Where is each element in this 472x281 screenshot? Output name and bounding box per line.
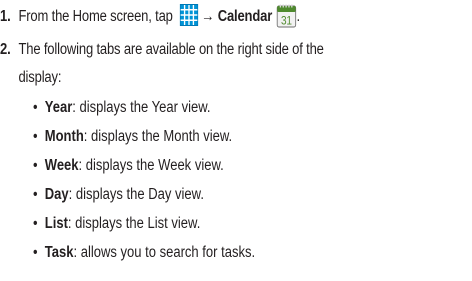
- bullet: •: [33, 99, 38, 116]
- step-text: From the Home screen, tap: [18, 8, 177, 25]
- tab-name: Task: [44, 244, 74, 261]
- step-text: The following tabs are available on the …: [18, 41, 324, 58]
- list-item-list: • List: displays the List view.: [33, 214, 200, 234]
- apps-grid-icon: [179, 4, 199, 26]
- step-number: 1.: [0, 8, 11, 25]
- tab-description: : displays the Year view.: [72, 99, 211, 116]
- bullet: •: [33, 157, 38, 174]
- tab-description: : displays the Day view.: [68, 186, 204, 203]
- step-number: 2.: [0, 41, 11, 58]
- step-text: display:: [18, 69, 62, 86]
- list-item-week: • Week: displays the Week view.: [33, 156, 224, 176]
- bullet: •: [33, 215, 38, 232]
- tab-description: : displays the Month view.: [83, 128, 233, 145]
- step-1: 1. From the Home screen, tap → Calendar: [0, 3, 300, 31]
- step-2-continuation: display:: [0, 64, 61, 92]
- bullet: •: [33, 244, 38, 261]
- bullet: •: [33, 186, 38, 203]
- tab-name: Day: [44, 186, 69, 203]
- list-item-year: • Year: displays the Year view.: [33, 98, 211, 118]
- list-item-day: • Day: displays the Day view.: [33, 185, 204, 205]
- instructions: 1. From the Home screen, tap → Calendar: [0, 0, 472, 281]
- tab-name: List: [44, 215, 68, 232]
- step-2: 2. The following tabs are available on th…: [0, 36, 324, 64]
- calendar-label: Calendar: [217, 8, 273, 25]
- tab-description: : allows you to search for tasks.: [73, 244, 256, 261]
- bullet: •: [33, 128, 38, 145]
- tab-description: : displays the Week view.: [78, 157, 224, 174]
- tab-name: Year: [44, 99, 73, 116]
- tab-name: Month: [44, 128, 84, 145]
- arrow-glyph: →: [201, 8, 218, 25]
- step-end: .: [296, 8, 300, 25]
- list-item-month: • Month: displays the Month view.: [33, 127, 232, 147]
- tab-description: : displays the List view.: [67, 215, 201, 232]
- tab-name: Week: [44, 157, 79, 174]
- list-item-task: • Task: allows you to search for tasks.: [33, 243, 255, 263]
- calendar-icon: 31: [276, 4, 297, 28]
- calendar-day-number: 31: [281, 15, 292, 28]
